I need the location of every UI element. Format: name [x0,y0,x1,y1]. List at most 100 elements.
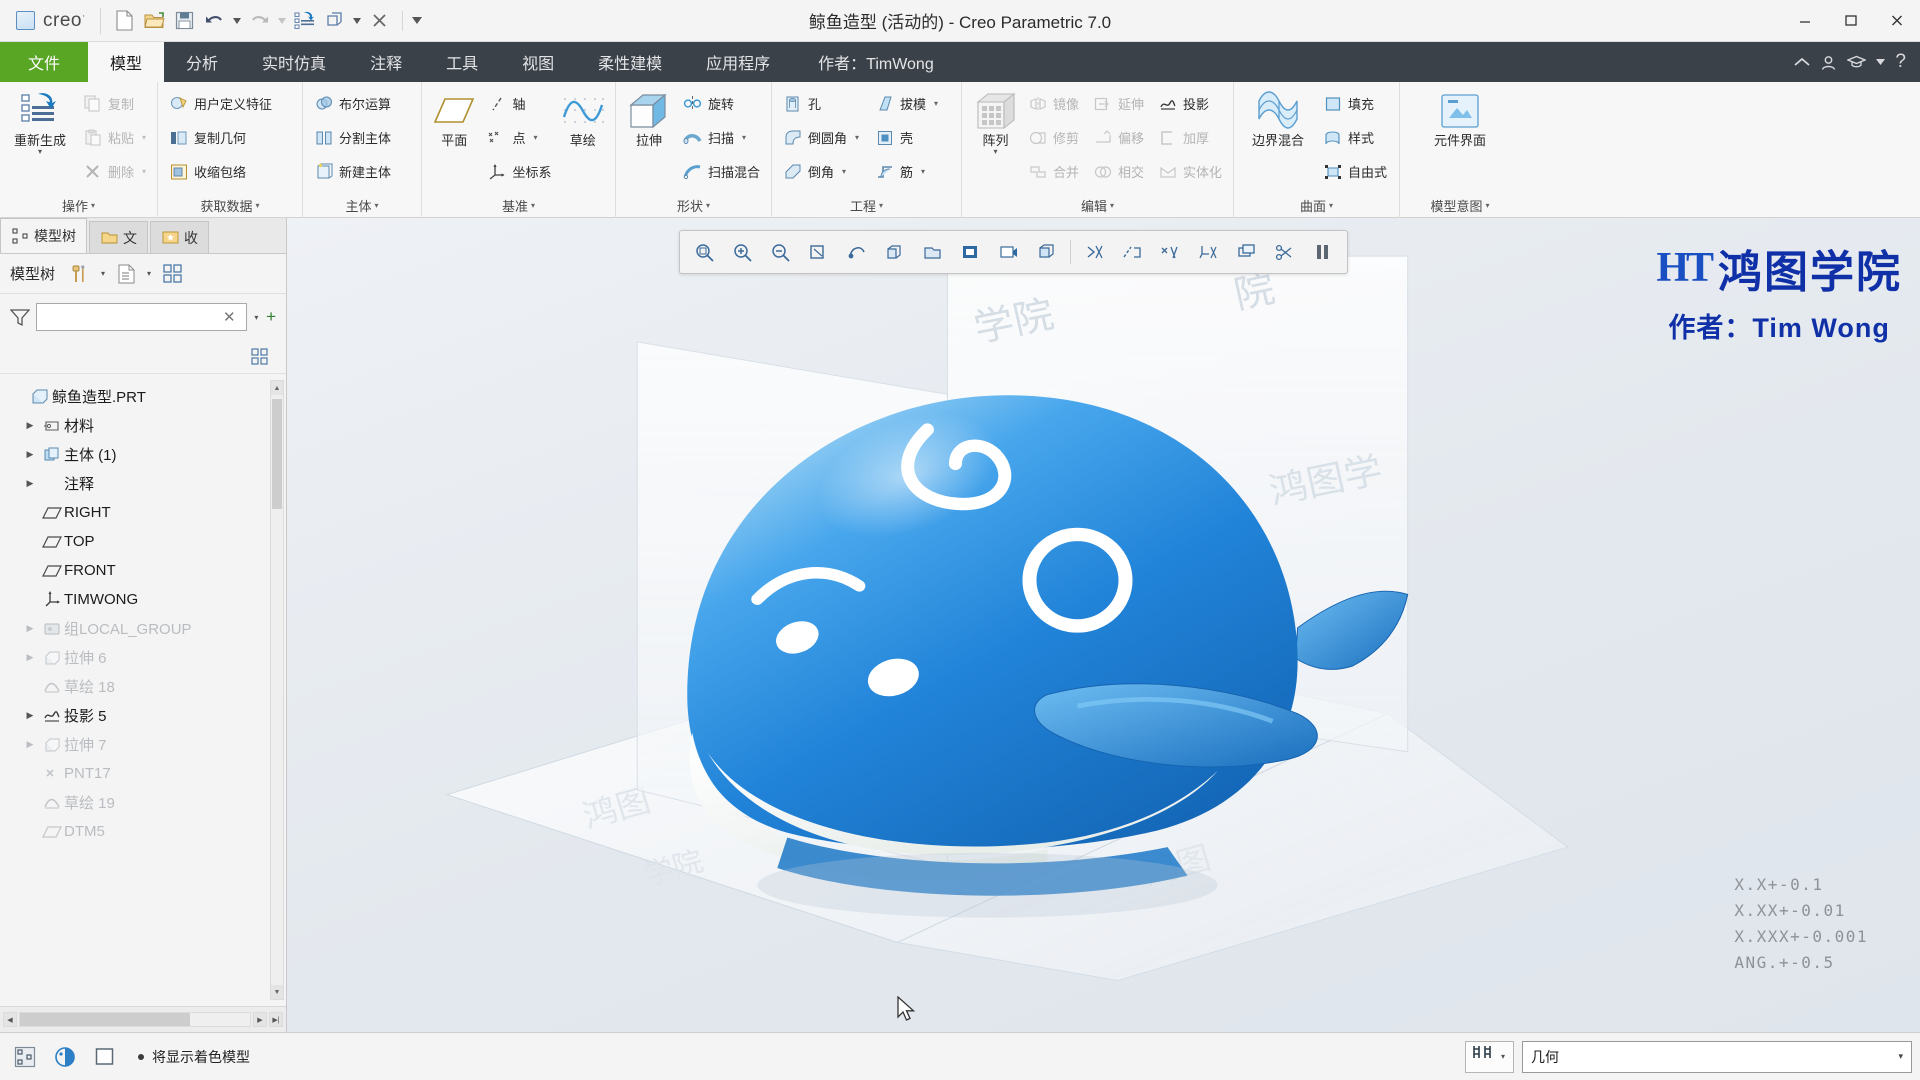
sweep-button[interactable]: 扫描 ▾ [678,121,765,154]
copy-geometry-button[interactable]: 复制几何 [164,121,277,154]
tree-item-pnt17[interactable]: PNT17 [0,759,286,788]
scroll-up-arrow[interactable]: ▲ [271,381,283,395]
hscroll-thumb[interactable] [20,1013,190,1026]
close-button[interactable] [1874,0,1920,42]
tab-view[interactable]: 视图 [500,42,576,82]
group-label-operations[interactable]: 操作 ▾ [0,192,157,218]
rib-caret[interactable]: ▾ [921,167,925,176]
help-icon[interactable]: ? [1895,51,1906,73]
expand-arrow[interactable]: ▶ [20,623,40,634]
selection-filter-select[interactable]: 几何 ▾ [1522,1040,1912,1073]
new-file-button[interactable] [111,7,139,35]
hole-button[interactable]: 孔 [778,87,864,120]
merge-button[interactable]: 合并 [1023,155,1084,188]
component-interface-big-button[interactable]: 元件界面 [1415,87,1505,148]
cross-section-icon[interactable] [1266,234,1303,270]
group-label-get-data[interactable]: 获取数据 ▾ [158,192,302,218]
selection-filter-caret[interactable]: ▾ [1497,1052,1509,1061]
rib-button[interactable]: 筋 ▾ [870,155,943,188]
shell-button[interactable]: 壳 [870,121,943,154]
point-tag-display-icon[interactable] [1152,234,1189,270]
redo-dropdown-caret[interactable] [276,7,289,35]
model-tree[interactable]: 鲸鱼造型.PRT ▶ 材料 ▶ 主体 (1) ▶ 注释 RIGHT TOP FR… [0,374,286,1006]
tree-item-dtm5[interactable]: DTM5 [0,817,286,846]
copy-button[interactable]: 复制 [78,87,151,120]
tree-item-local-group[interactable]: ▶ 组LOCAL_GROUP [0,614,286,643]
csys-tag-display-icon[interactable] [1190,234,1227,270]
repaint-icon[interactable] [800,234,837,270]
tab-realtime-simulation[interactable]: 实时仿真 [240,42,348,82]
repaint-button[interactable] [321,7,349,35]
tab-annotate[interactable]: 注释 [348,42,424,82]
tree-item-right-plane[interactable]: RIGHT [0,498,286,527]
regenerate-button[interactable] [291,7,319,35]
chamfer-caret[interactable]: ▾ [842,167,846,176]
tree-item-bodies[interactable]: ▶ 主体 (1) [0,440,286,469]
group-label-editing[interactable]: 编辑 ▾ [962,192,1233,218]
minimize-button[interactable] [1782,0,1828,42]
annotation-display-icon[interactable] [990,234,1027,270]
settings-tools-icon[interactable] [67,261,93,287]
boundary-blend-big-button[interactable]: 边界混合 [1240,87,1316,148]
solidify-button[interactable]: 实体化 [1153,155,1227,188]
display-style-icon[interactable] [1028,234,1065,270]
tab-applications[interactable]: 应用程序 [684,42,792,82]
tree-item-project-5[interactable]: ▶ 投影 5 [0,701,286,730]
tree-scroll-thumb[interactable] [272,399,282,509]
extend-button[interactable]: 延伸 [1088,87,1149,120]
display-list-icon[interactable] [113,261,139,287]
tab-file[interactable]: 文件 [0,42,89,82]
graphics-viewport[interactable]: 鸿图 学院 鸿图 学院 院 鸿图学 [287,218,1920,1032]
shrinkwrap-button[interactable]: 收缩包络 [164,155,277,188]
left-tab-favorites[interactable]: 收 [150,221,209,253]
sweep-blend-button[interactable]: 扫描混合 [678,155,765,188]
project-button[interactable]: 投影 [1153,87,1227,120]
expand-arrow[interactable]: ▶ [20,420,40,431]
tree-search-input[interactable] [43,309,219,325]
appearance-gallery-icon[interactable] [48,1041,82,1073]
pause-playback-icon[interactable] [1304,234,1341,270]
open-file-button[interactable] [141,7,169,35]
filter-dropdown-caret[interactable]: ▾ [253,313,260,322]
spin-center-icon[interactable] [838,234,875,270]
saved-views-icon[interactable] [914,234,951,270]
hscroll-right-arrow[interactable]: ▶ [253,1012,267,1027]
delete-caret[interactable]: ▾ [142,167,146,176]
fill-button[interactable]: 填充 [1318,87,1392,120]
trim-button[interactable]: 修剪 [1023,121,1084,154]
sweep-caret[interactable]: ▾ [742,133,746,142]
left-tab-model-tree[interactable]: 模型树 [0,218,87,253]
plane-big-button[interactable]: 平面 [428,87,480,148]
chamfer-button[interactable]: 倒角 ▾ [778,155,864,188]
help-dropdown-caret[interactable] [1876,59,1886,65]
hscroll-left-arrow[interactable]: ◀ [3,1012,17,1027]
close-window-button[interactable] [366,7,394,35]
tab-tools[interactable]: 工具 [424,42,500,82]
filter-add-icon[interactable]: + [266,307,276,327]
tree-horizontal-scrollbar[interactable] [19,1012,251,1027]
extrude-big-button[interactable]: 拉伸 [622,87,676,148]
tree-item-material[interactable]: ▶ 材料 [0,411,286,440]
scroll-down-arrow[interactable]: ▼ [271,985,283,999]
pattern-caret[interactable]: ▾ [993,147,997,156]
expand-arrow[interactable]: ▶ [20,652,40,663]
sketch-big-button[interactable]: 草绘 [557,87,609,148]
revolve-button[interactable]: 旋转 [678,87,765,120]
pattern-big-button[interactable]: 阵列 ▾ [968,87,1023,156]
new-body-button[interactable]: 新建主体 [309,155,396,188]
settings-dropdown-caret[interactable]: ▾ [97,269,109,278]
tree-item-annotations[interactable]: ▶ 注释 [0,469,286,498]
undo-button[interactable] [201,7,229,35]
filter-funnel-icon[interactable] [10,308,30,327]
tree-item-sketch-18[interactable]: 草绘 18 [0,672,286,701]
mirror-button[interactable]: 镜像 [1023,87,1084,120]
tree-search-box[interactable]: ✕ [36,303,247,331]
freestyle-button[interactable]: 自由式 [1318,155,1392,188]
point-button[interactable]: 点 ▾ [482,121,556,154]
undo-dropdown-caret[interactable] [231,7,244,35]
hscroll-end-arrow[interactable]: ▶| [269,1012,283,1027]
selection-filter-button[interactable]: ▾ [1465,1040,1514,1073]
display-style-icon[interactable] [88,1041,122,1073]
datum-display-icon[interactable] [952,234,989,270]
axis-button[interactable]: 轴 [482,87,556,120]
